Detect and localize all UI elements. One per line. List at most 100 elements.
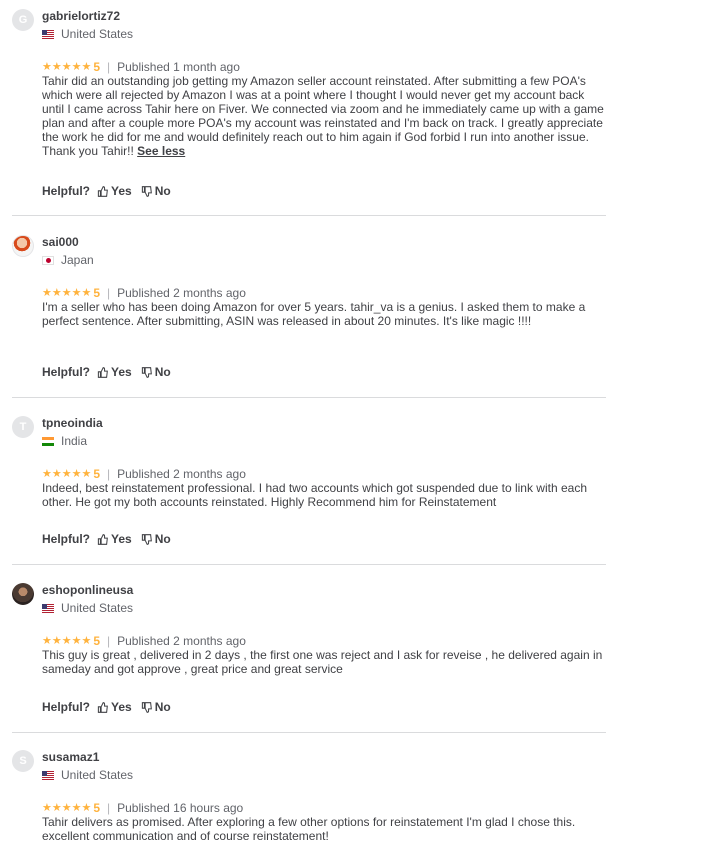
review-divider [12,397,606,398]
divider: | [107,286,111,300]
divider: | [107,60,111,74]
star-rating-icon: ★★★★★ [42,468,92,480]
helpful-row: Helpful? Yes No [42,365,180,379]
star-rating-icon: ★★★★★ [42,287,92,299]
yes-label: Yes [111,184,132,198]
helpful-label: Helpful? [42,532,90,546]
reviewer-username[interactable]: sai000 [42,235,79,249]
published-date: Published 2 months ago [117,634,246,648]
yes-label: Yes [111,532,132,546]
thumbs-down-icon [141,366,152,378]
helpful-no-button[interactable]: No [141,365,171,379]
rating-score: 5 [93,286,100,300]
thumbs-down-icon [141,185,152,197]
review-text: This guy is great , delivered in 2 days … [42,648,608,676]
helpful-label: Helpful? [42,365,90,379]
helpful-yes-button[interactable]: Yes [97,184,132,198]
divider: | [107,467,111,481]
helpful-row: Helpful? Yes No [42,184,180,198]
rating-row: ★★★★★ 5 | Published 2 months ago [42,634,246,648]
rating-row: ★★★★★ 5 | Published 2 months ago [42,286,246,300]
thumbs-up-icon [97,701,108,713]
no-label: No [154,700,171,714]
divider: | [107,801,111,815]
country-name: United States [61,601,134,615]
in-flag-icon [42,436,54,446]
review-item: sai000 Japan ★★★★★ 5 | Published 2 month… [12,235,606,398]
avatar[interactable]: T [12,416,34,438]
avatar[interactable] [12,583,34,605]
published-date: Published 1 month ago [117,60,240,74]
review-divider [12,215,606,216]
helpful-yes-button[interactable]: Yes [97,700,132,714]
review-body: Tahir delivers as promised. After explor… [42,815,576,843]
reviewer-username[interactable]: eshoponlineusa [42,583,133,597]
reviewer-username[interactable]: tpneoindia [42,416,103,430]
no-label: No [154,365,171,379]
avatar[interactable] [12,235,34,257]
helpful-yes-button[interactable]: Yes [97,365,132,379]
helpful-no-button[interactable]: No [141,532,171,546]
helpful-row: Helpful? Yes No [42,700,180,714]
review-divider [12,732,606,733]
reviewer-country: Japan [42,253,94,267]
rating-score: 5 [93,467,100,481]
review-text: Tahir delivers as promised. After explor… [42,815,608,843]
review-item: T tpneoindia India ★★★★★ 5 | Published 2… [12,416,606,565]
published-date: Published 2 months ago [117,286,246,300]
divider: | [107,634,111,648]
no-label: No [154,184,171,198]
helpful-label: Helpful? [42,184,90,198]
review-item: S susamaz1 United States ★★★★★ 5 | Publi… [12,750,606,862]
review-text: Tahir did an outstanding job getting my … [42,74,608,158]
country-name: Japan [61,253,94,267]
helpful-yes-button[interactable]: Yes [97,532,132,546]
review-text: I'm a seller who has been doing Amazon f… [42,300,608,328]
star-rating-icon: ★★★★★ [42,802,92,814]
rating-score: 5 [93,60,100,74]
thumbs-up-icon [97,185,108,197]
thumbs-down-icon [141,533,152,545]
star-rating-icon: ★★★★★ [42,635,92,647]
review-body: Tahir did an outstanding job getting my … [42,74,604,158]
reviewer-country: United States [42,27,133,41]
review-item: eshoponlineusa United States ★★★★★ 5 | P… [12,583,606,733]
no-label: No [154,532,171,546]
review-divider [12,564,606,565]
published-date: Published 2 months ago [117,467,246,481]
us-flag-icon [42,29,54,39]
helpful-no-button[interactable]: No [141,700,171,714]
reviewer-country: United States [42,768,133,782]
reviewer-username[interactable]: gabrielortiz72 [42,9,120,23]
country-name: United States [61,27,134,41]
review-body: This guy is great , delivered in 2 days … [42,648,603,676]
review-body: I'm a seller who has been doing Amazon f… [42,300,586,328]
rating-score: 5 [93,634,100,648]
reviewer-country: India [42,434,87,448]
see-less-link[interactable]: See less [137,144,185,158]
rating-row: ★★★★★ 5 | Published 2 months ago [42,467,246,481]
reviewer-country: United States [42,601,133,615]
us-flag-icon [42,770,54,780]
helpful-label: Helpful? [42,700,90,714]
review-body: Indeed, best reinstatement professional.… [42,481,588,509]
yes-label: Yes [111,365,132,379]
thumbs-up-icon [97,533,108,545]
rating-score: 5 [93,801,100,815]
reviewer-username[interactable]: susamaz1 [42,750,99,764]
rating-row: ★★★★★ 5 | Published 16 hours ago [42,801,243,815]
avatar[interactable]: S [12,750,34,772]
rating-row: ★★★★★ 5 | Published 1 month ago [42,60,240,74]
us-flag-icon [42,603,54,613]
thumbs-down-icon [141,701,152,713]
review-item: G gabrielortiz72 United States ★★★★★ 5 |… [12,9,606,216]
helpful-row: Helpful? Yes No [42,532,180,546]
yes-label: Yes [111,700,132,714]
star-rating-icon: ★★★★★ [42,61,92,73]
helpful-no-button[interactable]: No [141,184,171,198]
thumbs-up-icon [97,366,108,378]
published-date: Published 16 hours ago [117,801,244,815]
review-text: Indeed, best reinstatement professional.… [42,481,608,509]
country-name: India [61,434,88,448]
avatar[interactable]: G [12,9,34,31]
